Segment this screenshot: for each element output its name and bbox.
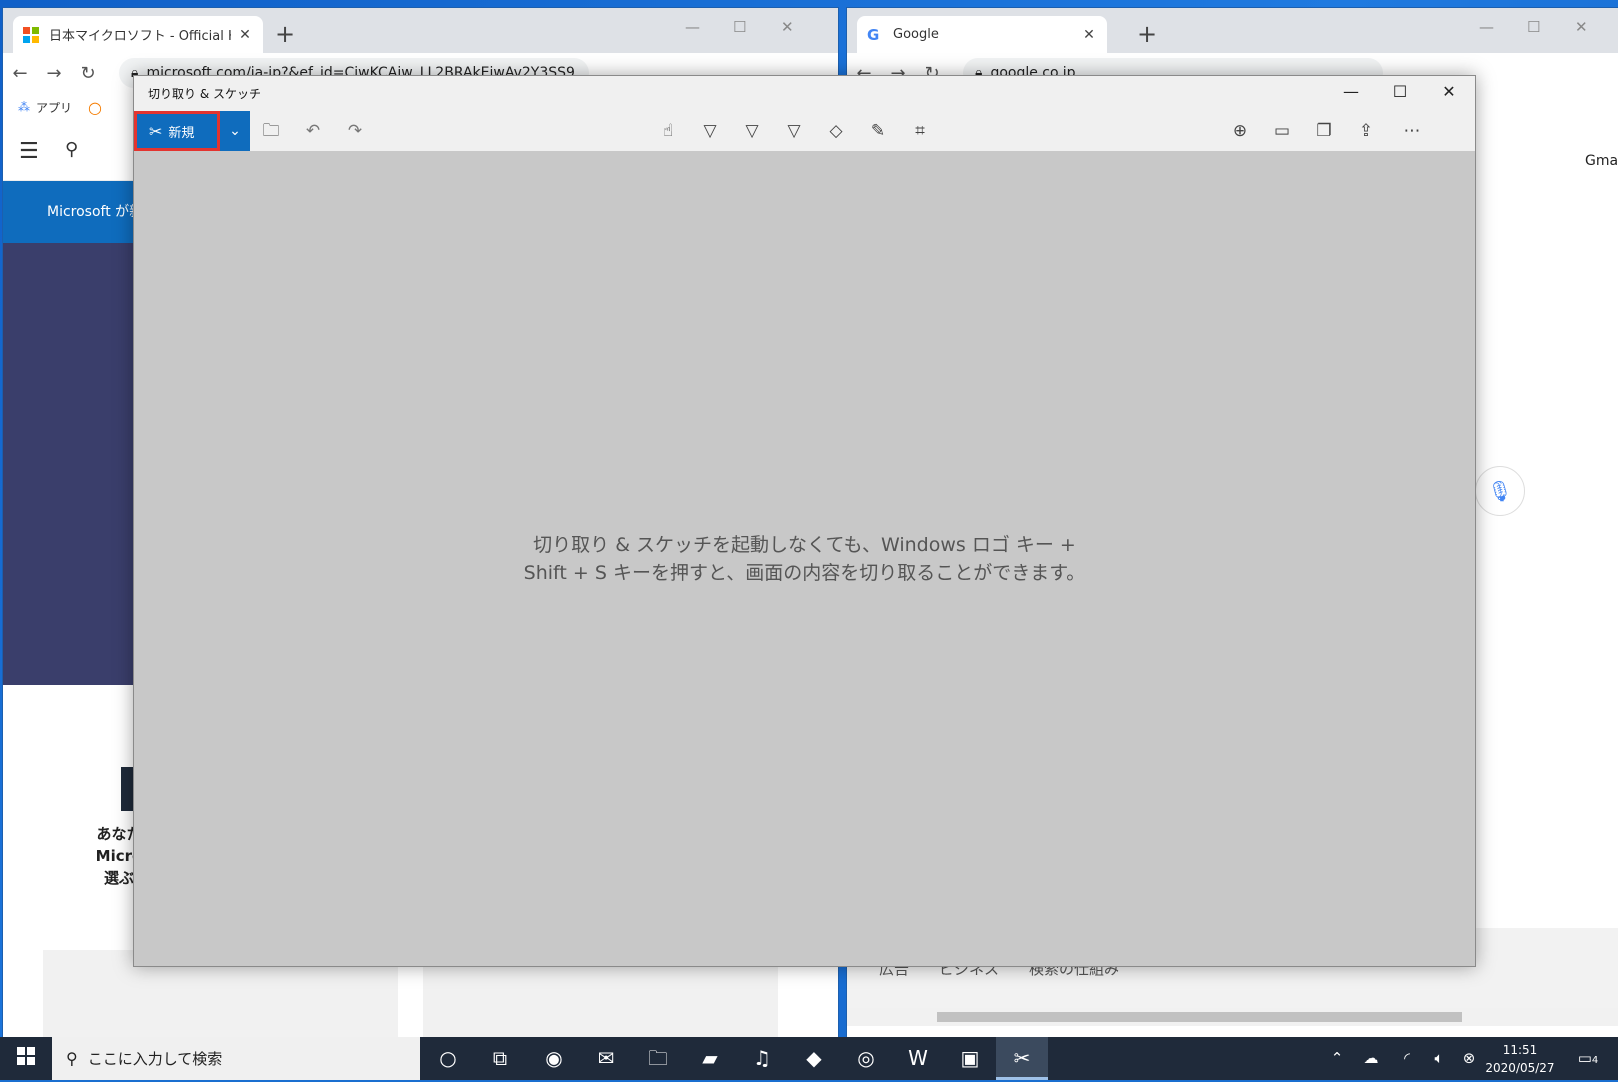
close-icon[interactable]: ✕ — [237, 27, 253, 43]
notes-app-icon[interactable]: ▰ — [684, 1037, 736, 1080]
crop-icon[interactable]: ⌗ — [907, 119, 933, 143]
clock-time: 11:51 — [1502, 1043, 1538, 1057]
chrome-icon[interactable]: ◉ — [528, 1037, 580, 1080]
taskbar: ⚲ ここに入力して検索 ○ ⧉ ◉ ✉ 🗀 ▰ ♫ ◆ ◎ W ▣ ✂ ⌃ ☁ … — [0, 1037, 1618, 1080]
gmail-link[interactable]: Gma — [1585, 153, 1618, 169]
mail-icon[interactable]: ✉ — [580, 1037, 632, 1080]
tab-strip: G Google ✕ + — ☐ ✕ — [847, 8, 1618, 53]
snip-message-line2: Shift + S キーを押すと、画面の内容を切り取ることができます。 — [523, 562, 1086, 584]
system-clock[interactable]: 11:51 2020/05/27 — [1480, 1041, 1560, 1077]
copy-icon[interactable]: ❐ — [1311, 119, 1337, 143]
snip-sketch-taskbar-icon[interactable]: ✂ — [996, 1037, 1048, 1080]
clock-date: 2020/05/27 — [1485, 1061, 1555, 1075]
voice-search-icon[interactable]: 🎙︎ — [1475, 466, 1525, 516]
reload-icon[interactable]: ↻ — [71, 63, 105, 84]
maximize-icon[interactable]: ☐ — [1380, 82, 1420, 101]
apps-grid-icon[interactable]: ⁂ — [18, 100, 30, 114]
snip-toolbar: ✂ 新規 ⌄ 🗀 ↶ ↷ ☝ ▽ ▽ ▽ ◇ ✎ ⌗ ⊕ ▭ ❐ ⇪ ⋯ — [134, 111, 1475, 151]
bookmark-circle-icon[interactable]: ○ — [88, 98, 102, 117]
tab-title: 日本マイクロソフト - Official Home — [49, 29, 231, 44]
eraser-icon[interactable]: ◇ — [823, 119, 849, 143]
touch-writing-icon[interactable]: ☝ — [655, 119, 681, 143]
snip-title-bar: 切り取り & スケッチ — ☐ ✕ — [134, 76, 1475, 111]
close-icon[interactable]: ✕ — [1081, 27, 1097, 43]
taskbar-search-placeholder: ここに入力して検索 — [87, 1050, 223, 1068]
minimize-icon[interactable]: — — [1479, 18, 1494, 36]
windows-start-icon — [17, 1047, 35, 1065]
undo-icon[interactable]: ↶ — [300, 119, 326, 143]
notification-icon: ▭ — [1577, 1049, 1592, 1067]
onedrive-icon[interactable]: ☁ — [1356, 1037, 1386, 1080]
snip-message-line1: 切り取り & スケッチを起動しなくても、Windows ロゴ キー + — [533, 534, 1076, 556]
google-logo-icon: G — [867, 25, 880, 44]
ruler-icon[interactable]: ✎ — [865, 119, 891, 143]
maximize-icon[interactable]: ☐ — [1527, 18, 1540, 36]
bookmark-apps[interactable]: アプリ — [36, 99, 72, 116]
close-window-icon[interactable]: ✕ — [781, 18, 794, 36]
tab-microsoft[interactable]: 日本マイクロソフト - Official Home ✕ — [13, 16, 263, 53]
close-window-icon[interactable]: ✕ — [1429, 82, 1469, 101]
network-icon[interactable]: ◜ — [1392, 1037, 1422, 1080]
more-icon[interactable]: ⋯ — [1399, 119, 1425, 143]
banner-text[interactable]: Microsoft が新 — [47, 204, 143, 220]
zoom-icon[interactable]: ⊕ — [1227, 119, 1253, 143]
minimize-icon[interactable]: — — [1331, 82, 1371, 101]
search-icon: ⚲ — [66, 1049, 78, 1068]
tab-google[interactable]: G Google ✕ — [857, 16, 1107, 53]
notification-count: 4 — [1591, 1055, 1599, 1066]
snip-sketch-window: 切り取り & スケッチ — ☐ ✕ ✂ 新規 ⌄ 🗀 ↶ ↷ ☝ ▽ ▽ ▽ ◇… — [133, 75, 1476, 967]
taskbar-search-box[interactable]: ⚲ ここに入力して検索 — [52, 1037, 420, 1080]
highlighter-icon[interactable]: ▽ — [781, 119, 807, 143]
ballpoint-pen-icon[interactable]: ▽ — [697, 119, 723, 143]
redo-icon[interactable]: ↷ — [342, 119, 368, 143]
windows-logo-icon — [121, 767, 133, 811]
new-tab-icon[interactable]: + — [275, 22, 295, 46]
back-icon[interactable]: ← — [3, 63, 37, 84]
desktop: 日本マイクロソフト - Official Home ✕ + — ☐ ✕ ← → … — [0, 0, 1618, 1080]
pencil-icon[interactable]: ▽ — [739, 119, 765, 143]
save-icon[interactable]: ▭ — [1269, 119, 1295, 143]
error-icon[interactable]: ⊗ — [1456, 1037, 1482, 1080]
task-view-icon[interactable]: ⧉ — [474, 1037, 526, 1080]
open-folder-icon[interactable]: 🗀 — [258, 119, 284, 143]
forward-icon[interactable]: → — [37, 63, 71, 84]
file-explorer-icon[interactable]: 🗀 — [632, 1037, 684, 1080]
maximize-icon[interactable]: ☐ — [733, 18, 746, 36]
tab-title: Google — [893, 27, 939, 42]
action-center-icon[interactable]: ▭4 — [1568, 1037, 1608, 1080]
photos-icon[interactable]: ▣ — [944, 1037, 996, 1080]
close-window-icon[interactable]: ✕ — [1575, 18, 1588, 36]
volume-icon[interactable]: 🔈︎ — [1424, 1037, 1454, 1080]
new-tab-icon[interactable]: + — [1137, 22, 1157, 46]
microsoft-logo-icon — [23, 26, 39, 43]
word-icon[interactable]: W — [892, 1037, 944, 1080]
tab-strip: 日本マイクロソフト - Official Home ✕ + — ☐ ✕ — [3, 8, 838, 53]
chevron-down-icon[interactable]: ⌄ — [220, 111, 250, 151]
minimize-icon[interactable]: — — [685, 18, 700, 36]
horizontal-scrollbar[interactable] — [847, 1008, 1618, 1026]
snip-window-title: 切り取り & スケッチ — [148, 87, 261, 101]
scrollbar-thumb[interactable] — [937, 1012, 1462, 1022]
cortana-icon[interactable]: ○ — [422, 1037, 474, 1080]
chevron-up-icon[interactable]: ⌃ — [1324, 1037, 1350, 1080]
start-button[interactable] — [0, 1037, 52, 1080]
new-snip-button[interactable]: ✂ 新規 — [134, 111, 220, 151]
new-snip-label: 新規 — [168, 125, 195, 141]
search-icon[interactable]: ⚲ — [65, 139, 78, 160]
new-snip-icon: ✂ — [149, 121, 163, 141]
share-icon[interactable]: ⇪ — [1353, 119, 1379, 143]
itunes-icon[interactable]: ♫ — [736, 1037, 788, 1080]
chrome-profile-icon[interactable]: ◎ — [840, 1037, 892, 1080]
snip-instructions: 切り取り & スケッチを起動しなくても、Windows ロゴ キー + Shif… — [134, 531, 1475, 587]
app-icon[interactable]: ◆ — [788, 1037, 840, 1080]
menu-icon[interactable]: ☰ — [19, 139, 39, 164]
